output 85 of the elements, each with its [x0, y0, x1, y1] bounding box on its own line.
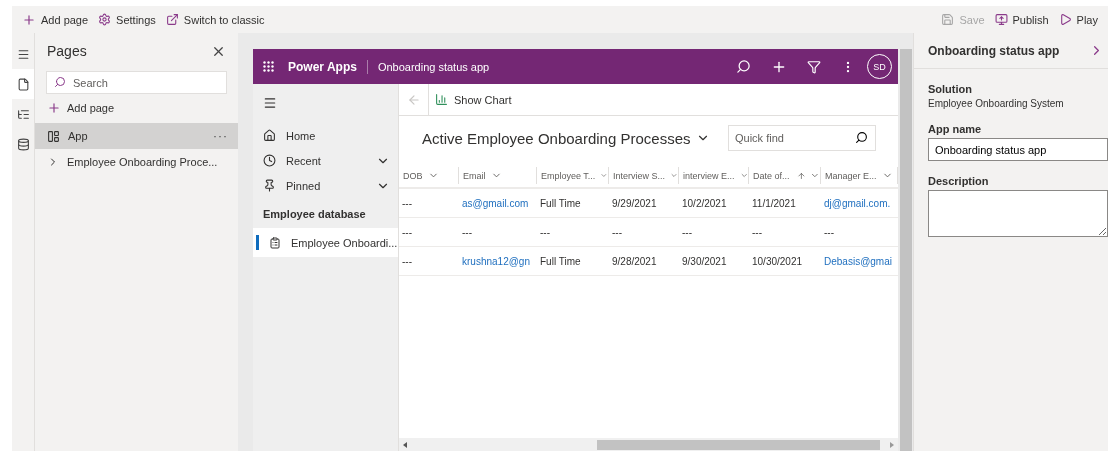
settings-icon [98, 13, 112, 26]
more-button[interactable]: ··· [213, 129, 228, 143]
toolbar-button[interactable]: Publish [994, 13, 1049, 26]
field-label: App name [928, 123, 983, 135]
column-header[interactable]: interview E... [679, 167, 749, 184]
column-header[interactable]: Manager E... [821, 167, 898, 184]
vertical-scrollbar[interactable] [900, 49, 912, 451]
table-cell-text: Full Time [539, 196, 582, 211]
page-label: App [68, 130, 88, 142]
show-chart-button[interactable]: Show Chart [435, 93, 512, 106]
app-title: Onboarding status app [377, 60, 491, 73]
panel-title: Onboarding status app [928, 43, 1060, 58]
nav-item[interactable]: Employee Onboardi... [253, 228, 398, 257]
table-cell-text: --- [611, 225, 623, 240]
nav-item[interactable]: Recent [253, 148, 398, 173]
chart-icon [435, 93, 448, 106]
filter-icon[interactable] [807, 59, 821, 74]
email-link[interactable]: dj@gmail.com. [821, 189, 898, 217]
table-cell-text: --- [681, 225, 693, 240]
publish-icon [994, 13, 1008, 26]
toolbar-button[interactable]: Switch to classic [165, 13, 265, 26]
email-link[interactable]: krushna12@gn [459, 247, 537, 275]
field-label: Description [928, 175, 990, 187]
search-icon [54, 76, 66, 88]
panel-title: Pages [47, 43, 87, 59]
toolbar-button[interactable]: Settings [98, 13, 156, 26]
column-header[interactable]: Employee T... [537, 167, 609, 184]
plus-icon [22, 12, 36, 27]
horizontal-scrollbar[interactable] [399, 438, 898, 451]
table-cell-text: 11/1/2021 [751, 196, 797, 211]
column-header[interactable]: Date of... [749, 167, 821, 184]
layout-icon [47, 129, 60, 143]
table-cell-text: 10/30/2021 [751, 254, 804, 269]
table-cell-text: --- [823, 225, 835, 240]
tree-view-icon [16, 107, 30, 121]
app-name-field[interactable]: Onboarding status app [928, 138, 1108, 161]
email-link[interactable]: as@gmail.com [459, 189, 537, 217]
clock-icon [263, 154, 276, 167]
home-icon [263, 129, 276, 142]
page-item[interactable]: App ··· [35, 123, 238, 149]
menu-icon[interactable] [263, 95, 277, 110]
table-cell-text: --- [751, 225, 763, 240]
search-field[interactable]: Search [46, 71, 227, 94]
search-icon[interactable] [736, 59, 751, 74]
table-cell-text: Full Time [539, 254, 582, 269]
menu-icon [16, 47, 30, 61]
nav-item[interactable]: Pinned [253, 173, 398, 198]
column-header[interactable]: Email [459, 167, 537, 184]
description-field[interactable] [928, 190, 1108, 237]
nav-item[interactable]: Home [253, 123, 398, 148]
page-item[interactable]: Employee Onboarding Proce... [35, 149, 238, 175]
table-cell-text: 9/29/2021 [611, 196, 658, 211]
search-icon[interactable] [855, 131, 868, 144]
field-value: Employee Onboarding System [928, 98, 1065, 109]
table-cell-text: --- [401, 254, 413, 269]
clipboard-icon [269, 236, 281, 249]
pin-icon [263, 179, 276, 192]
toolbar-button[interactable]: Play [1058, 13, 1098, 26]
play-icon [1058, 13, 1072, 26]
add-page-button[interactable]: Add page [47, 101, 238, 115]
app-launcher-icon[interactable] [263, 61, 274, 72]
table-cell-text: --- [401, 225, 413, 240]
toolbar-button[interactable]: Add page [22, 12, 89, 27]
group-label: Employee database [262, 207, 367, 222]
database-icon [16, 137, 30, 151]
quick-find-field[interactable]: Quick find [728, 125, 876, 151]
field-label: Solution [928, 83, 973, 95]
table-cell-text: 10/2/2021 [681, 196, 728, 211]
table-cell-text: --- [461, 225, 473, 240]
table-cell-text: --- [539, 225, 551, 240]
save-icon [941, 13, 955, 26]
column-header[interactable]: Interview S... [609, 167, 679, 184]
email-link[interactable]: Debasis@gmai [821, 247, 898, 275]
rail-button[interactable] [12, 69, 34, 99]
page-label: Employee Onboarding Proce... [67, 156, 218, 168]
brand-name: Power Apps [288, 59, 368, 74]
table-cell-text: 9/28/2021 [611, 254, 658, 269]
table-cell-text: 9/30/2021 [681, 254, 728, 269]
table-cell-text: --- [401, 196, 413, 211]
switch-icon [165, 13, 179, 26]
view-title[interactable]: Active Employee Onboarding Processes [422, 129, 711, 147]
plus-icon [47, 101, 61, 115]
column-header[interactable]: DOB [399, 167, 459, 184]
scroll-left-icon[interactable] [403, 441, 407, 448]
document-icon [16, 77, 30, 91]
